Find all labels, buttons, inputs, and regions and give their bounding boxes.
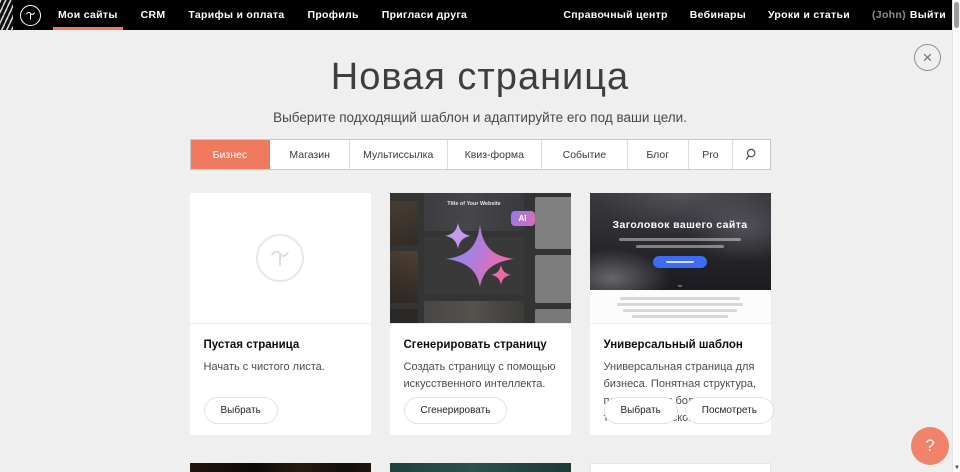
account-name: (John)	[872, 9, 906, 21]
preview-text-line	[619, 238, 741, 241]
universal-template-preview[interactable]: Заголовок вашего сайта ⌄	[590, 193, 771, 324]
nav-crm[interactable]: CRM	[141, 0, 166, 30]
preview-text-line	[617, 303, 743, 306]
ai-badge: AI	[511, 211, 535, 226]
tab-multilink[interactable]: Мультиссылка	[350, 140, 447, 169]
card-title: Пустая страница	[204, 339, 357, 351]
nav-webinars[interactable]: Вебинары	[690, 0, 746, 30]
nav-invite-friend[interactable]: Пригласи друга	[382, 0, 467, 30]
tilda-logo-icon[interactable]	[20, 5, 41, 26]
next-row-template-preview[interactable]	[390, 463, 571, 472]
tab-pro[interactable]: Pro	[689, 140, 733, 169]
card-title: Сгенерировать страницу	[404, 339, 557, 351]
nav-label: Уроки и статьи	[768, 9, 850, 21]
next-row-template-preview[interactable]	[590, 463, 771, 472]
next-row-template-preview[interactable]	[190, 463, 371, 472]
nav-label: Профиль	[307, 9, 358, 21]
choose-blank-button[interactable]: Выбрать	[204, 397, 278, 424]
tab-label: Квиз-форма	[465, 149, 524, 161]
ai-sparkle-icon	[434, 217, 526, 296]
tab-label: Бизнес	[213, 149, 247, 161]
nav-my-sites[interactable]: Мои сайты	[58, 0, 118, 30]
card-actions: Выбрать	[204, 397, 278, 424]
nav-label: Вебинары	[690, 9, 746, 21]
template-about-section	[590, 290, 771, 324]
nav-account-logout[interactable]: (John) Выйти	[872, 0, 946, 30]
tab-label: Магазин	[289, 149, 330, 161]
card-title: Универсальный шаблон	[604, 339, 757, 351]
nav-label: CRM	[141, 9, 166, 21]
tab-search[interactable]	[733, 140, 769, 169]
card-universal-template: Заголовок вашего сайта ⌄ Универсальный ш…	[590, 193, 771, 435]
card-body: Сгенерировать страницу Создать страницу …	[390, 324, 571, 393]
tab-business[interactable]: Бизнес	[191, 140, 271, 169]
preview-text-line	[636, 245, 724, 248]
search-icon	[745, 148, 757, 161]
template-hero-button	[653, 256, 707, 268]
help-button[interactable]: ?	[911, 427, 949, 465]
chevron-down-icon: ⌄	[676, 280, 684, 289]
card-description: Создать страницу с помощью искусственног…	[404, 359, 557, 393]
tilda-glyph	[24, 9, 37, 22]
tab-label: Событие	[563, 149, 607, 161]
topbar-nav-right: Справочный центр Вебинары Уроки и статьи…	[563, 0, 946, 30]
tab-label: Блог	[646, 149, 669, 161]
scrollbar-thumb[interactable]	[954, 2, 959, 28]
tab-event[interactable]: Событие	[542, 140, 628, 169]
tab-label: Pro	[702, 149, 718, 161]
card-actions: Сгенерировать	[404, 397, 508, 424]
preview-text-line	[632, 315, 728, 318]
tab-shop[interactable]: Магазин	[270, 140, 350, 169]
preview-text-line	[623, 309, 737, 312]
topbar: Мои сайты CRM Тарифы и оплата Профиль Пр…	[0, 0, 960, 30]
card-actions: Выбрать Посмотреть	[604, 397, 774, 424]
scrollbar-down-arrow-icon[interactable]: ▼	[953, 465, 960, 471]
template-category-tabs: Бизнес Магазин Мультиссылка Квиз-форма С…	[190, 139, 771, 170]
tab-label: Мультиссылка	[363, 149, 433, 161]
template-hero: Заголовок вашего сайта ⌄	[590, 193, 771, 290]
card-blank-page: Пустая страница Начать с чистого листа. …	[190, 193, 371, 435]
tilda-logo-placeholder-icon	[256, 234, 304, 282]
nav-help-center[interactable]: Справочный центр	[563, 0, 667, 30]
ai-generate-preview[interactable]: Title of Your Website	[390, 193, 571, 324]
template-hero-heading: Заголовок вашего сайта	[590, 193, 771, 231]
logout-label: Выйти	[910, 9, 946, 21]
blank-page-preview[interactable]	[190, 193, 371, 324]
generate-button[interactable]: Сгенерировать	[404, 397, 508, 424]
nav-label: Тарифы и оплата	[188, 9, 284, 21]
view-template-button[interactable]: Посмотреть	[685, 397, 774, 424]
nav-label: Мои сайты	[58, 9, 118, 21]
nav-label: Пригласи друга	[382, 9, 467, 21]
close-button[interactable]: ×	[914, 44, 941, 71]
template-cards-grid: Пустая страница Начать с чистого листа. …	[190, 193, 771, 472]
tab-blog[interactable]: Блог	[628, 140, 689, 169]
vertical-scrollbar[interactable]: ▼	[952, 0, 960, 472]
page-subtitle: Выберите подходящий шаблон и адаптируйте…	[0, 110, 960, 125]
collage-site-title: Title of Your Website	[440, 200, 508, 206]
choose-template-button[interactable]: Выбрать	[604, 397, 678, 424]
card-description: Начать с чистого листа.	[204, 359, 357, 376]
card-body: Пустая страница Начать с чистого листа.	[190, 324, 371, 376]
preview-text-line	[620, 297, 740, 300]
tab-quiz-form[interactable]: Квиз-форма	[448, 140, 543, 169]
nav-label: Справочный центр	[563, 9, 667, 21]
topbar-nav-left: Мои сайты CRM Тарифы и оплата Профиль Пр…	[58, 0, 467, 30]
card-ai-generate: Title of Your Website	[390, 193, 571, 435]
nav-profile[interactable]: Профиль	[307, 0, 358, 30]
topbar-decor-pattern	[0, 0, 13, 30]
nav-tariffs[interactable]: Тарифы и оплата	[188, 0, 284, 30]
nav-lessons[interactable]: Уроки и статьи	[768, 0, 850, 30]
page-title: Новая страница	[0, 56, 960, 99]
